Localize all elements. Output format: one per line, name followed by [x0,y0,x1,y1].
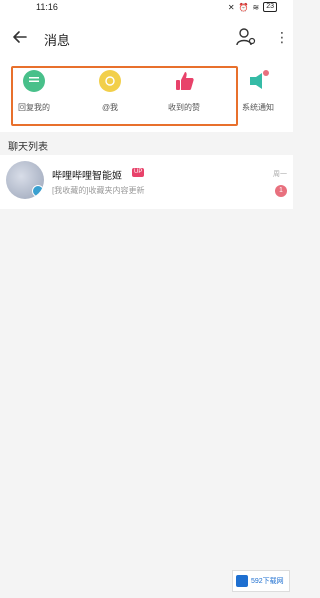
quick-actions: 回复我的 @我 收到的赞 系统通知 [0,60,293,132]
status-icons: ✕ ⏰ ≋ 23 [228,2,277,12]
quick-likes[interactable]: 收到的赞 [154,70,214,113]
watermark-text: 592下载网 [251,578,284,585]
avatar [6,161,44,199]
page-title: 消息 [44,33,71,48]
user-settings-icon[interactable] [235,26,257,48]
thumbs-up-icon [173,70,195,92]
site-logo-icon [236,575,248,587]
alarm-icon: ⏰ [238,2,249,12]
chat-name: 哔哩哔哩智能姬 [52,171,122,182]
mute-icon: ✕ [227,2,235,12]
at-icon [99,70,121,92]
speaker-icon [247,70,269,92]
quick-reply-label: 回复我的 [18,103,50,112]
top-bar: 消息 ⋮ [0,16,293,60]
up-badge: UP [132,168,145,177]
back-arrow-icon[interactable] [10,27,30,47]
quick-at[interactable]: @我 [80,70,140,113]
chat-last-message: [我收藏的]收藏夹内容更新 [52,186,145,195]
watermark-logo: 592下载网 [232,570,290,592]
section-title: 聊天列表 [8,142,48,153]
quick-at-label: @我 [101,103,119,112]
wifi-icon: ≋ [252,2,260,12]
status-bar: 11:16 ✕ ⏰ ≋ 23 [0,0,293,16]
unread-badge: 1 [275,185,287,197]
quick-notice-label: 系统通知 [242,103,274,112]
status-time: 11:16 [36,2,58,12]
quick-likes-label: 收到的赞 [168,103,200,112]
battery-icon: 23 [263,2,277,12]
chat-row[interactable]: 哔哩哔哩智能姬 UP [我收藏的]收藏夹内容更新 周一 1 [0,155,293,209]
verified-badge-icon [32,185,44,197]
quick-notice[interactable]: 系统通知 [228,70,288,113]
chat-bubble-icon [23,70,45,92]
more-options-icon[interactable]: ⋮ [275,28,289,46]
quick-reply[interactable]: 回复我的 [4,70,64,113]
chat-time: 周一 [273,171,287,178]
